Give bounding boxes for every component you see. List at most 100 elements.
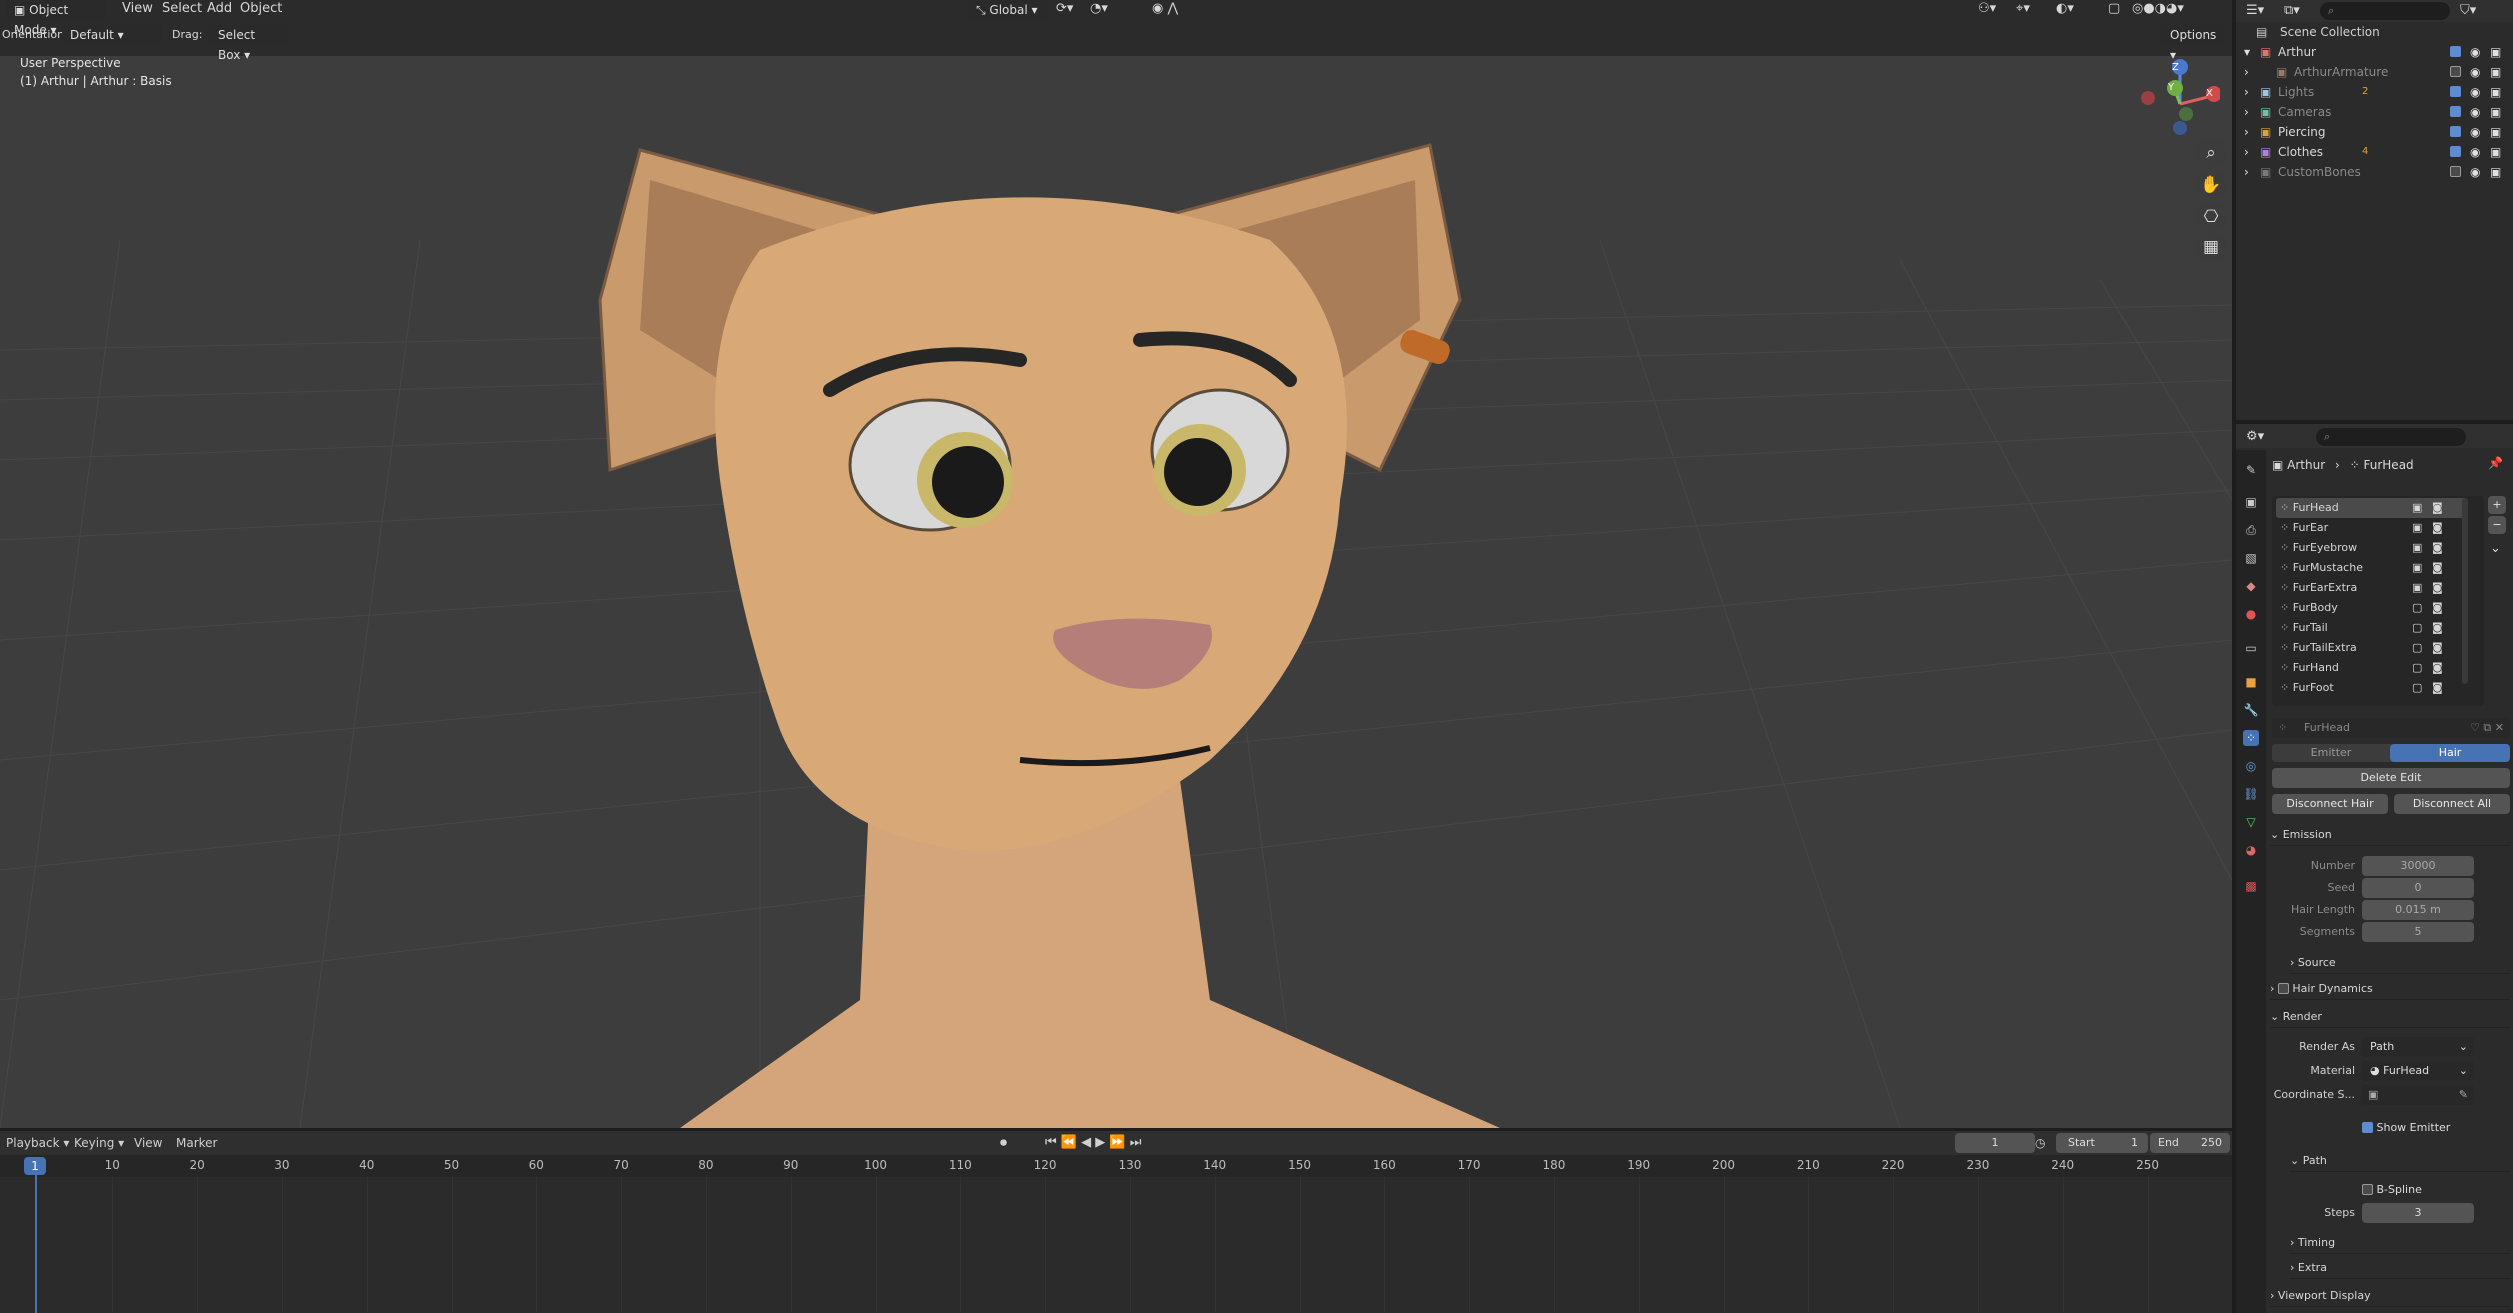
xray-icon[interactable]: ▢ (2108, 0, 2120, 18)
texture-tab-icon[interactable]: ▩ (2243, 878, 2259, 894)
outliner-item[interactable]: › ▣ Piercing ◉ ▣ (2236, 122, 2513, 142)
mode-selector[interactable]: ▣ Object Mode ▾ (6, 0, 106, 37)
add-slot-button[interactable]: + (2488, 496, 2506, 514)
expand-arrow-icon[interactable]: › (2244, 162, 2249, 182)
seed-field[interactable]: 0 (2362, 878, 2474, 898)
viewport-visibility-icon[interactable]: ▣ (2412, 498, 2422, 518)
outliner-search-input[interactable]: ⌕ (2320, 2, 2450, 20)
render-tab-icon[interactable]: ▣ (2243, 494, 2259, 510)
render-panel-header[interactable]: ⌄ Render (2270, 1006, 2510, 1028)
extra-subpanel-header[interactable]: › Extra (2290, 1257, 2510, 1279)
3d-viewport[interactable]: ▣ Object Mode ▾ View Select Add Object O… (0, 0, 2232, 1128)
particle-system-list[interactable]: ⁘ FurHead ▣ ◙ ⁘ FurEar ▣ ◙ ⁘ FurEyebrow ▣ ◙ ⁘ Fur… (2272, 496, 2484, 706)
render-camera-icon[interactable]: ▣ (2490, 62, 2501, 82)
visibility-icon[interactable]: ⚇▾ (1978, 0, 1996, 18)
particle-slot-item[interactable]: ⁘ FurFoot ▢ ◙ (2276, 678, 2466, 698)
expand-arrow-icon[interactable]: › (2244, 62, 2249, 82)
timeline-menu-marker[interactable]: Marker (176, 1131, 217, 1155)
eye-icon[interactable]: ◉ (2470, 102, 2480, 122)
render-camera-icon[interactable]: ▣ (2490, 42, 2501, 62)
segments-field[interactable]: 5 (2362, 922, 2474, 942)
eye-icon[interactable]: ◉ (2470, 42, 2480, 62)
outliner-item[interactable]: › ▣ ArthurArmature ◉ ▣ (2236, 62, 2513, 82)
zoom-icon[interactable]: ⌕ (2196, 138, 2226, 168)
expand-arrow-icon[interactable]: › (2244, 82, 2249, 102)
material-dropdown[interactable]: ◕ FurHead ⌄ (2362, 1061, 2474, 1081)
exclude-checkbox[interactable] (2450, 106, 2461, 117)
viewport-visibility-icon[interactable]: ▢ (2412, 598, 2422, 618)
render-camera-icon[interactable]: ◙ (2432, 678, 2443, 698)
output-tab-icon[interactable]: ⎙ (2243, 522, 2259, 538)
viewport-visibility-icon[interactable]: ▣ (2412, 578, 2422, 598)
outliner-item[interactable]: › ▣ Cameras ◉ ▣ (2236, 102, 2513, 122)
outliner-display-mode-icon[interactable]: ⧉▾ (2284, 2, 2300, 20)
show-emitter-checkbox[interactable] (2362, 1122, 2373, 1133)
outliner-item[interactable]: › ▣ CustomBones ◉ ▣ (2236, 162, 2513, 182)
expand-arrow-icon[interactable]: › (2244, 122, 2249, 142)
expand-arrow-icon[interactable]: ▾ (2244, 42, 2250, 62)
timeline-menu-view[interactable]: View (134, 1131, 162, 1155)
playback-controls[interactable]: ⏮ ⏪ ◀ ▶ ⏩ ⏭ (1045, 1131, 1141, 1155)
constraints-tab-icon[interactable]: ⛓ (2243, 786, 2259, 802)
eye-icon[interactable]: ◉ (2470, 122, 2480, 142)
render-camera-icon[interactable]: ◙ (2432, 498, 2443, 518)
render-camera-icon[interactable]: ◙ (2432, 538, 2443, 558)
clock-icon[interactable]: ◷ (2035, 1131, 2045, 1155)
delete-edit-button[interactable]: Delete Edit (2272, 768, 2510, 788)
particle-slot-item[interactable]: ⁘ FurEarExtra ▣ ◙ (2276, 578, 2466, 598)
particle-slot-item[interactable]: ⁘ FurMustache ▣ ◙ (2276, 558, 2466, 578)
proportional-edit-icon[interactable]: ◉ ⋀ (1152, 0, 1178, 18)
timeline-playhead[interactable]: 1 (24, 1157, 46, 1175)
outliner-item[interactable]: ▾ ▣ Arthur ◉ ▣ (2236, 42, 2513, 62)
timing-subpanel-header[interactable]: › Timing (2290, 1232, 2510, 1254)
viewport-visibility-icon[interactable]: ▢ (2412, 638, 2422, 658)
menu-add[interactable]: Add (207, 0, 232, 18)
data-tab-icon[interactable]: ▽ (2243, 814, 2259, 830)
render-camera-icon[interactable]: ▣ (2490, 122, 2501, 142)
material-tab-icon[interactable]: ◕ (2243, 842, 2259, 858)
render-camera-icon[interactable]: ◙ (2432, 638, 2443, 658)
steps-field[interactable]: 3 (2362, 1203, 2474, 1223)
world-tab-icon[interactable]: ● (2243, 606, 2259, 622)
particle-slot-item[interactable]: ⁘ FurTail ▢ ◙ (2276, 618, 2466, 638)
gizmo-toggle-icon[interactable]: ⌖▾ (2016, 0, 2030, 18)
render-camera-icon[interactable]: ◙ (2432, 618, 2443, 638)
particle-type-toggle[interactable]: Emitter Hair (2272, 744, 2510, 762)
render-camera-icon[interactable]: ▣ (2490, 102, 2501, 122)
camera-view-icon[interactable]: ⎔ (2196, 202, 2226, 232)
emitter-tab[interactable]: Emitter (2272, 744, 2390, 762)
coordinate-system-field[interactable]: ▣ ✎ (2362, 1085, 2474, 1105)
remove-slot-button[interactable]: − (2488, 516, 2506, 534)
exclude-checkbox[interactable] (2450, 66, 2461, 77)
exclude-checkbox[interactable] (2450, 146, 2461, 157)
bspline-checkbox[interactable] (2362, 1184, 2373, 1195)
particle-slot-item[interactable]: ⁘ FurEyebrow ▣ ◙ (2276, 538, 2466, 558)
render-camera-icon[interactable]: ◙ (2432, 598, 2443, 618)
exclude-checkbox[interactable] (2450, 166, 2461, 177)
filter-icon[interactable]: ⛉▾ (2460, 2, 2476, 20)
eye-icon[interactable]: ◉ (2470, 162, 2480, 182)
outliner-item[interactable]: › ▣ Clothes 4 ◉ ▣ (2236, 142, 2513, 162)
timeline-menu-playback[interactable]: Playback ▾ (6, 1131, 69, 1155)
show-emitter-option[interactable]: Show Emitter (2362, 1120, 2450, 1134)
snap-icon[interactable]: ◔▾ (1090, 0, 1108, 18)
start-frame-field[interactable]: Start 1 (2056, 1133, 2148, 1153)
viewport-visibility-icon[interactable]: ▢ (2412, 678, 2422, 698)
viewport-visibility-icon[interactable]: ▣ (2412, 538, 2422, 558)
render-camera-icon[interactable]: ◙ (2432, 558, 2443, 578)
particle-slot-item[interactable]: ⁘ FurEar ▣ ◙ (2276, 518, 2466, 538)
particle-slot-item[interactable]: ⁘ FurHead ▣ ◙ (2276, 498, 2466, 518)
exclude-checkbox[interactable] (2450, 46, 2461, 57)
render-camera-icon[interactable]: ◙ (2432, 578, 2443, 598)
particle-slot-item[interactable]: ⁘ FurHand ▢ ◙ (2276, 658, 2466, 678)
eye-icon[interactable]: ◉ (2470, 62, 2480, 82)
menu-object[interactable]: Object (240, 0, 282, 18)
current-frame-field[interactable]: 1 (1955, 1133, 2035, 1153)
orientation-dropdown[interactable]: Default ▾ (62, 25, 162, 45)
pin-icon[interactable]: 📌 (2488, 456, 2503, 470)
particle-slot-item[interactable]: ⁘ FurTailExtra ▢ ◙ (2276, 638, 2466, 658)
options-dropdown[interactable]: Options ▾ (2162, 25, 2224, 62)
particle-slot-item[interactable]: ⁘ FurBody ▢ ◙ (2276, 598, 2466, 618)
number-field[interactable]: 30000 (2362, 856, 2474, 876)
render-camera-icon[interactable]: ▣ (2490, 82, 2501, 102)
